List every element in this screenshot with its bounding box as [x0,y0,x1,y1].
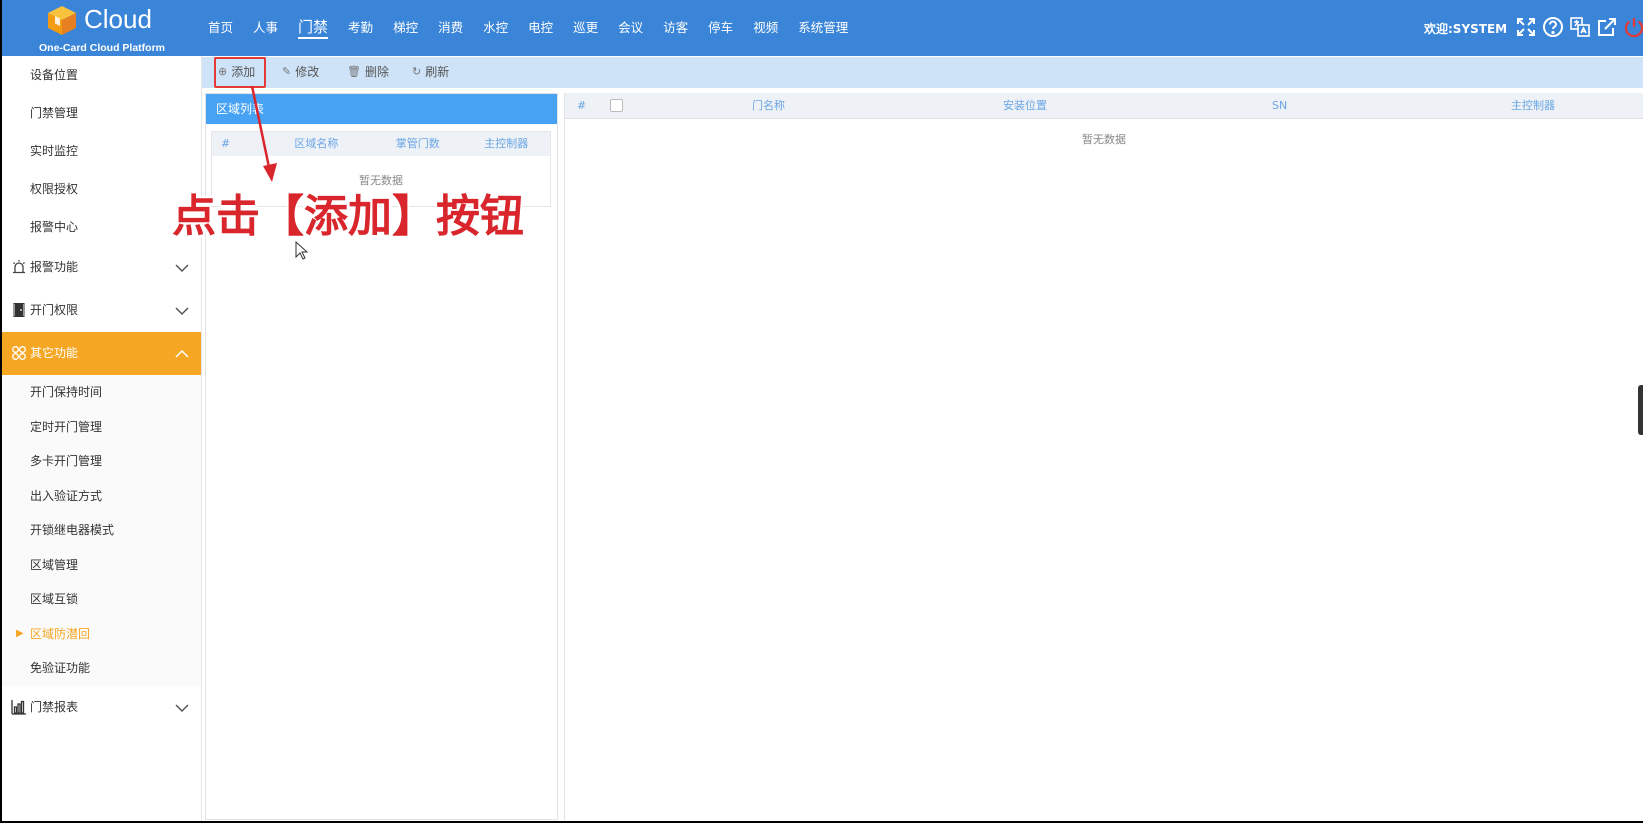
door-table-header: # 门名称 安装位置 SN 主控制器 [565,93,1643,119]
help-icon[interactable] [1542,16,1564,38]
edit-button-label: 修改 [295,65,320,79]
top-nav: 首页 人事 门禁 考勤 梯控 消费 水控 电控 巡更 会议 访客 停车 视频 系… [208,0,868,56]
pencil-icon: ✎ [282,65,292,78]
nav-video[interactable]: 视频 [753,18,778,38]
sidebar-item-anti-passback[interactable]: ▶ 区域防潜回 [2,616,201,651]
sidebar-group-report-label: 门禁报表 [30,699,79,714]
external-link-icon[interactable] [1596,16,1618,38]
refresh-icon: ↻ [412,65,422,78]
sidebar-item-area-interlock[interactable]: 区域互锁 [2,582,201,617]
chevron-down-icon [175,703,189,712]
sidebar: 设备位置 门禁管理 实时监控 权限授权 报警中心 报警功能 开门权限 其它功能 … [2,56,202,821]
nav-meeting[interactable]: 会议 [618,18,643,38]
bar-chart-icon [11,699,26,715]
edit-button[interactable]: ✎ 修改 [282,63,319,80]
door-col-index: # [577,99,587,112]
sidebar-group-other-label: 其它功能 [30,346,79,360]
sidebar-item-multi-card-open[interactable]: 多卡开门管理 [2,444,201,479]
chevron-down-icon [175,264,189,273]
grid-icon [12,346,26,360]
nav-system[interactable]: 系统管理 [798,18,848,38]
door-list-panel: # 门名称 安装位置 SN 主控制器 暂无数据 [564,93,1643,820]
door-col-controller: 主控制器 [1511,99,1555,112]
current-indicator-icon: ▶ [16,627,24,639]
sidebar-group-other[interactable]: 其它功能 [2,332,201,375]
delete-button-label: 删除 [364,65,389,79]
add-button-highlight [214,57,266,88]
logo: Cloud One-Card Cloud Platform [2,0,202,56]
sidebar-item-verify-mode[interactable]: 出入验证方式 [2,478,201,513]
door-col-location: 安装位置 [1003,99,1047,112]
scrollbar-handle[interactable] [1638,385,1643,435]
sidebar-item-area-management[interactable]: 区域管理 [2,547,201,582]
nav-attendance[interactable]: 考勤 [348,18,373,38]
nav-access-control[interactable]: 门禁 [298,17,329,39]
refresh-button-label: 刷新 [425,65,450,79]
area-list-title: 区域列表 [206,94,557,124]
sidebar-item-anti-passback-label: 区域防潜回 [30,626,91,641]
door-col-name: 门名称 [752,99,785,112]
mouse-cursor-icon [295,241,309,260]
nav-visitor[interactable]: 访客 [663,18,688,38]
refresh-button[interactable]: ↻ 刷新 [412,63,449,80]
sidebar-item-no-verify[interactable]: 免验证功能 [2,651,201,686]
nav-electric[interactable]: 电控 [528,18,553,38]
fullscreen-icon[interactable] [1515,16,1537,38]
trash-icon: 🗑 [347,65,361,78]
nav-patrol[interactable]: 巡更 [573,18,598,38]
logo-text: Cloud [84,4,152,34]
area-col-controller: 主控制器 [484,137,529,150]
cube-logo-icon [48,6,76,35]
header-icons [1515,16,1643,38]
annotation-callout: 点击【添加】按钮 [172,191,524,242]
power-icon[interactable] [1623,16,1643,38]
nav-home[interactable]: 首页 [208,18,233,38]
chevron-down-icon [175,307,189,316]
sidebar-group-door-auth-label: 开门权限 [30,303,79,317]
nav-parking[interactable]: 停车 [708,18,733,38]
sidebar-group-alarm-label: 报警功能 [30,260,79,274]
door-col-sn: SN [1272,99,1288,112]
logo-subtitle: One-Card Cloud Platform [39,42,166,54]
alarm-bell-icon [13,260,25,274]
nav-elevator[interactable]: 梯控 [393,18,418,38]
sidebar-item-realtime-monitor[interactable]: 实时监控 [2,132,201,170]
area-col-door-count: 掌管门数 [395,137,440,150]
delete-button[interactable]: 🗑 删除 [347,63,389,80]
area-col-name: 区域名称 [294,137,339,150]
sidebar-group-alarm[interactable]: 报警功能 [2,246,201,289]
sidebar-item-timed-open[interactable]: 定时开门管理 [2,409,201,444]
translate-icon[interactable] [1569,16,1591,38]
nav-hr[interactable]: 人事 [253,18,278,38]
top-header: Cloud One-Card Cloud Platform 首页 人事 门禁 考… [2,0,1643,56]
nav-consumption[interactable]: 消费 [438,18,463,38]
area-table-header: # 区域名称 掌管门数 主控制器 [212,132,550,156]
sidebar-item-relay-mode[interactable]: 开锁继电器模式 [2,513,201,548]
door-table-empty: 暂无数据 [1082,133,1126,146]
app-window: Cloud One-Card Cloud Platform 首页 人事 门禁 考… [2,0,1643,821]
area-col-index: # [221,137,231,150]
door-icon [13,303,25,317]
sidebar-group-report[interactable]: 门禁报表 [2,685,201,729]
sidebar-item-device-location[interactable]: 设备位置 [2,56,201,94]
select-all-checkbox[interactable] [610,99,623,112]
sidebar-item-access-management[interactable]: 门禁管理 [2,94,201,132]
sidebar-item-door-hold-time[interactable]: 开门保持时间 [2,375,201,410]
nav-water[interactable]: 水控 [483,18,508,38]
welcome-user: 欢迎:SYSTEM [1424,22,1508,36]
sidebar-group-door-auth[interactable]: 开门权限 [2,289,201,332]
chevron-up-icon [175,349,189,358]
